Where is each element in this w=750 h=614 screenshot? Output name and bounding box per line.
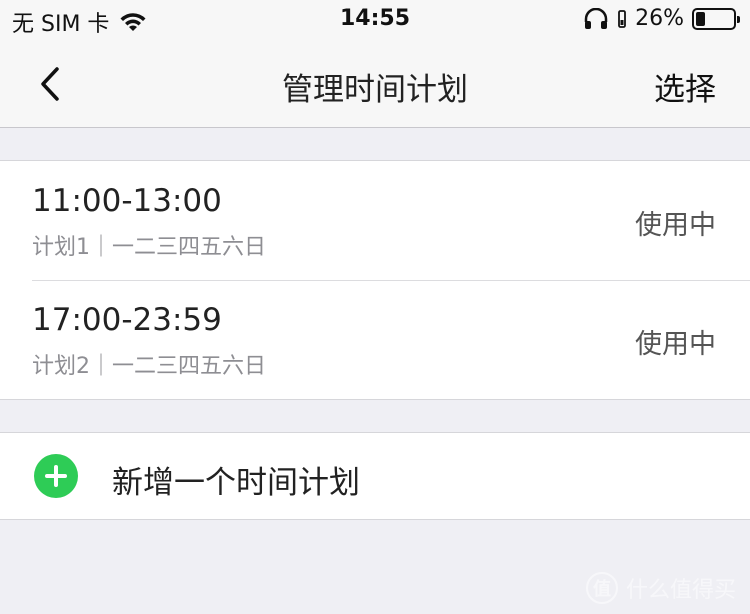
plan-list: 11:00-13:00 计划1｜一二三四五六日 使用中 17:00-23:59 … <box>0 160 750 400</box>
plus-circle-icon <box>34 454 78 498</box>
status-bar: 无 SIM 卡 14:55 26% <box>0 0 750 40</box>
battery-fill <box>696 11 705 26</box>
page-title: 管理时间计划 <box>282 72 468 108</box>
status-right: 26% <box>583 6 740 31</box>
headphones-icon <box>584 7 608 29</box>
plan-subtitle: 计划1｜一二三四五六日 <box>32 235 266 260</box>
watermark: 值 什么值得买 <box>585 572 736 604</box>
nav-bar: 管理时间计划 选择 <box>0 40 750 128</box>
watermark-text: 什么值得买 <box>625 578 736 603</box>
select-button[interactable]: 选择 <box>654 64 716 109</box>
battery-percent: 26% <box>635 6 684 31</box>
plan-status: 使用中 <box>635 210 716 241</box>
plan-time: 11:00-13:00 <box>32 183 222 219</box>
add-plan-label: 新增一个时间计划 <box>112 465 360 501</box>
add-plan-button[interactable]: 新增一个时间计划 <box>0 433 750 519</box>
battery-icon <box>692 7 740 30</box>
plan-row[interactable]: 17:00-23:59 计划2｜一二三四五六日 使用中 <box>0 280 750 399</box>
plan-subtitle: 计划2｜一二三四五六日 <box>32 354 266 379</box>
plan-time: 17:00-23:59 <box>32 302 222 338</box>
plan-row[interactable]: 11:00-13:00 计划1｜一二三四五六日 使用中 <box>0 161 750 280</box>
plan-status: 使用中 <box>635 329 716 360</box>
add-plan-group: 新增一个时间计划 <box>0 432 750 520</box>
charging-icon <box>618 9 626 28</box>
watermark-logo: 值 <box>585 572 618 604</box>
